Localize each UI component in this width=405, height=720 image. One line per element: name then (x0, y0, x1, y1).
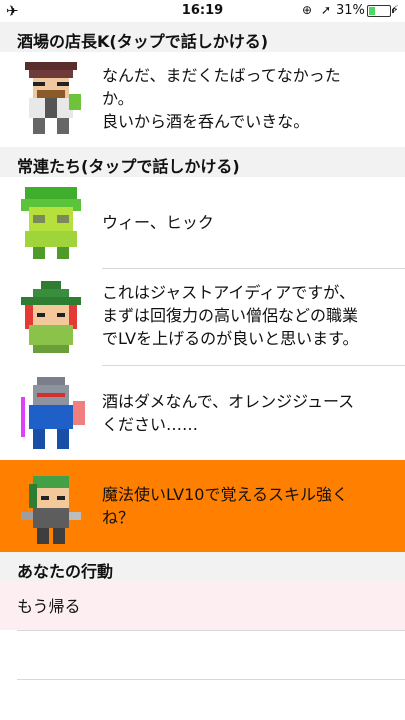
row-divider (17, 679, 405, 680)
speech-line: ウィー、ヒック (102, 213, 214, 232)
bartender-row[interactable]: なんだ、まだくたばってなかった か。 良いから酒を呑んでいきな。 (0, 52, 405, 147)
section-title: 酒場の店長K(タップで話しかける) (17, 32, 269, 51)
regular-speech: 魔法使いLV10で覚えるスキル強く ね？ (102, 483, 385, 529)
rotation-lock-icon: ⊕ (302, 3, 313, 17)
speech-line: まずは回復力の高い僧侶などの職業 (102, 306, 359, 325)
speech-line: 魔法使いLV10で覚えるスキル強く (102, 485, 348, 504)
regular-speech: これはジャストアイディアですが、 まずは回復力の高い僧侶などの職業 でLVを上げ… (102, 281, 385, 350)
section-header-actions: あなたの行動 (0, 552, 405, 582)
section-title: あなたの行動 (17, 562, 114, 581)
speech-line: ください…… (102, 415, 199, 434)
speech-line: ね？ (102, 508, 135, 527)
speech-line: 良いから酒を呑んでいきな。 (102, 112, 310, 131)
status-bar: ✈ 16:19 ⊕ ➚ 31% ⚡ (0, 0, 405, 22)
armored-knight-avatar (21, 377, 85, 449)
speech-line: これはジャストアイディアですが、 (102, 283, 355, 302)
speech-line: でLVを上げるのが良いと思います。 (102, 329, 359, 348)
regular-speech: 酒はダメなんで、オレンジジュース ください…… (102, 390, 385, 436)
regular-row-1[interactable]: ウィー、ヒック (0, 177, 405, 269)
green-goblin-avatar (21, 187, 81, 259)
row-divider (17, 630, 405, 631)
section-header-bartender: 酒場の店長K(タップで話しかける) (0, 22, 405, 52)
section-header-regulars: 常連たち(タップで話しかける) (0, 147, 405, 177)
bartender-speech: なんだ、まだくたばってなかった か。 良いから酒を呑んでいきな。 (102, 64, 385, 133)
speech-line: か。 (102, 89, 134, 108)
speech-line: なんだ、まだくたばってなかった (102, 66, 341, 85)
regular-row-2[interactable]: これはジャストアイディアですが、 まずは回復力の高い僧侶などの職業 でLVを上げ… (0, 269, 405, 365)
speech-line: 酒はダメなんで、オレンジジュース (102, 392, 355, 411)
section-title: 常連たち(タップで話しかける) (17, 157, 240, 176)
bartender-avatar (25, 62, 81, 134)
regular-speech: ウィー、ヒック (102, 211, 385, 234)
battery-percent: 31% (336, 3, 365, 18)
green-witch-avatar (21, 281, 81, 353)
charging-bolt-icon: ⚡ (391, 3, 399, 16)
battery-icon (367, 5, 394, 17)
location-arrow-icon: ➚ (321, 3, 332, 17)
go-home-label: もう帰る (17, 597, 81, 616)
go-home-button[interactable]: もう帰る (0, 582, 405, 630)
regular-row-4-selected[interactable]: 魔法使いLV10で覚えるスキル強く ね？ (0, 460, 405, 552)
regular-row-3[interactable]: 酒はダメなんで、オレンジジュース ください…… (0, 366, 405, 460)
rogue-avatar (21, 476, 81, 544)
